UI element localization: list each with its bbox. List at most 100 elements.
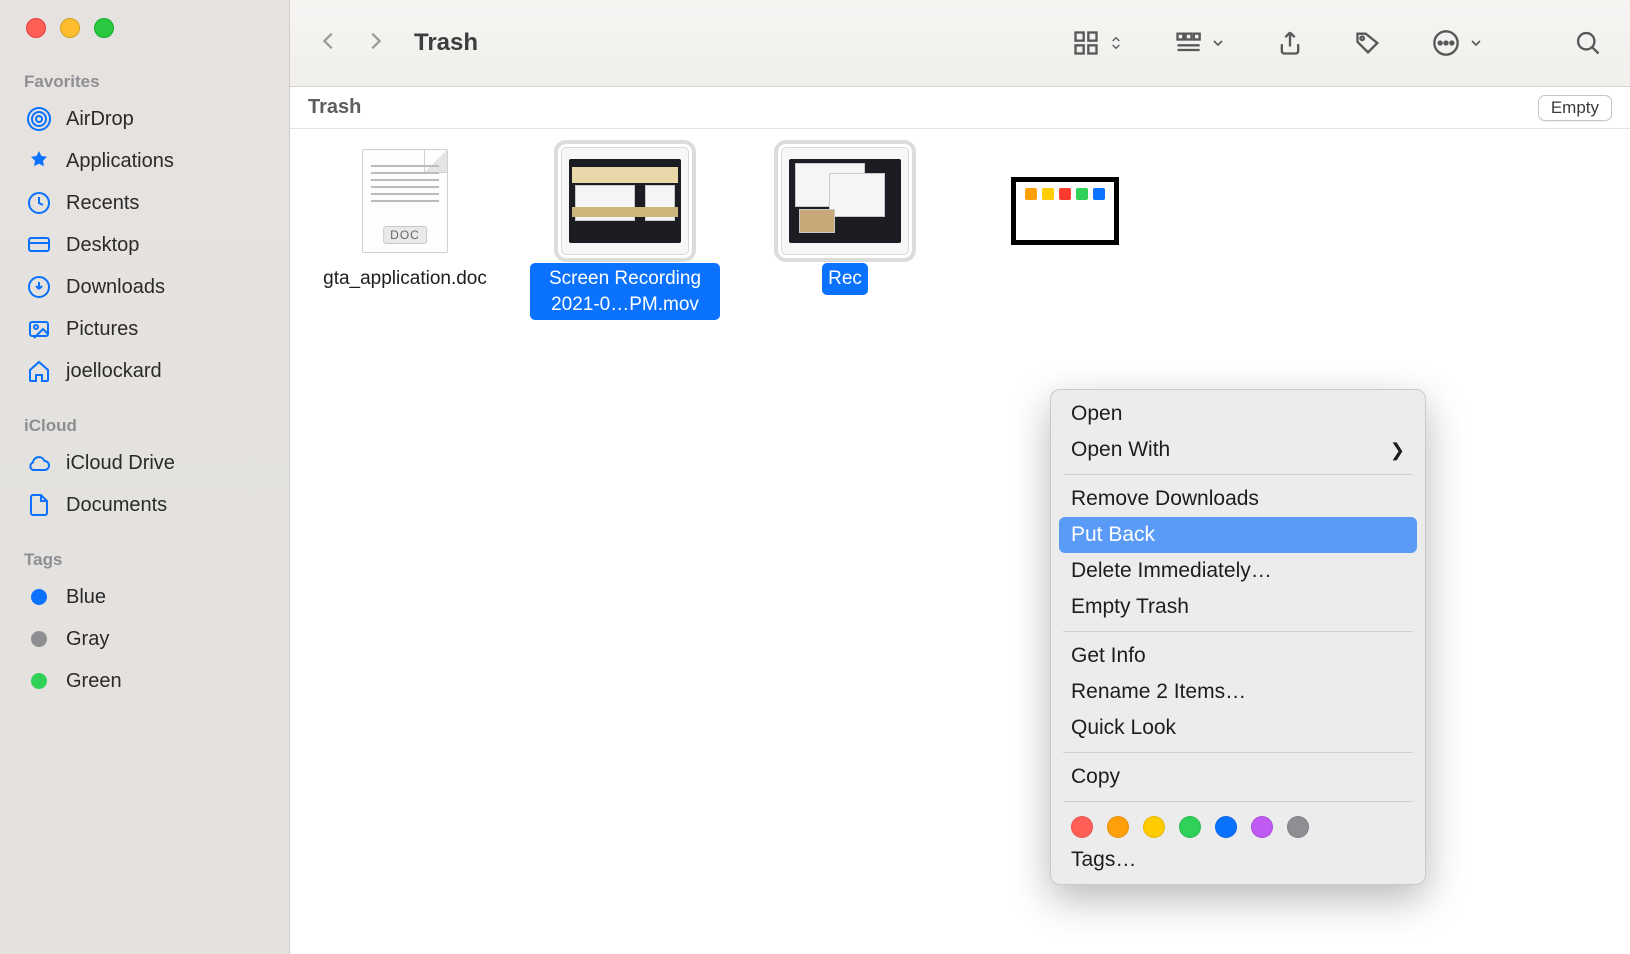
view-icon-grid-icon[interactable]: [1072, 29, 1100, 57]
close-window-button[interactable]: [26, 18, 46, 38]
context-menu: Open Open With ❯ Remove Downloads Put Ba…: [1050, 389, 1426, 885]
sidebar-section-favorites-header: Favorites: [0, 66, 289, 98]
menu-item-label: Delete Immediately…: [1071, 559, 1272, 583]
sidebar-item-label: Downloads: [66, 276, 165, 299]
fullscreen-window-button[interactable]: [94, 18, 114, 38]
menu-item-rename[interactable]: Rename 2 Items…: [1051, 674, 1425, 710]
nav-buttons: [318, 26, 386, 61]
menu-item-label: Copy: [1071, 765, 1120, 789]
sidebar-item-label: Blue: [66, 586, 106, 609]
file-thumbnail[interactable]: DOC: [341, 147, 469, 255]
sidebar-favorites-list: AirDrop Applications Recents Desktop Dow…: [0, 98, 289, 392]
menu-item-open-with[interactable]: Open With ❯: [1051, 432, 1425, 468]
sidebar-item-label: Green: [66, 670, 122, 693]
menu-separator: [1063, 752, 1413, 753]
doc-icon: DOC: [362, 149, 448, 253]
cloud-icon: [26, 450, 52, 476]
document-icon: [26, 492, 52, 518]
sidebar-item-recents[interactable]: Recents: [0, 182, 289, 224]
menu-item-open[interactable]: Open: [1051, 396, 1425, 432]
menu-item-label: Put Back: [1071, 523, 1155, 547]
forward-button[interactable]: [364, 26, 386, 61]
sidebar-item-icloud-drive[interactable]: iCloud Drive: [0, 442, 289, 484]
menu-tag-colors: [1051, 808, 1425, 842]
video-icon: [569, 159, 681, 243]
menu-item-remove-downloads[interactable]: Remove Downloads: [1051, 481, 1425, 517]
clock-icon: [26, 190, 52, 216]
file-thumbnail[interactable]: [781, 147, 909, 255]
toolbar: Trash: [290, 0, 1630, 87]
search-icon[interactable]: [1574, 29, 1602, 57]
tag-dot-icon: [26, 668, 52, 694]
menu-item-label: Open: [1071, 402, 1122, 426]
sidebar-item-label: Documents: [66, 494, 167, 517]
menu-item-label: Get Info: [1071, 644, 1146, 668]
menu-item-quick-look[interactable]: Quick Look: [1051, 710, 1425, 746]
tag-icon[interactable]: [1354, 29, 1382, 57]
sidebar-item-label: joellockard: [66, 360, 162, 383]
minimize-window-button[interactable]: [60, 18, 80, 38]
menu-item-copy[interactable]: Copy: [1051, 759, 1425, 795]
sidebar-item-downloads[interactable]: Downloads: [0, 266, 289, 308]
file-thumbnail[interactable]: [561, 147, 689, 255]
menu-item-label: Empty Trash: [1071, 595, 1189, 619]
tag-color-green[interactable]: [1179, 816, 1201, 838]
sidebar-item-label: Recents: [66, 192, 139, 215]
pictures-icon: [26, 316, 52, 342]
sidebar-item-applications[interactable]: Applications: [0, 140, 289, 182]
chevron-down-icon[interactable]: [1468, 35, 1484, 51]
file-name-label: Screen Recording 2021-0…PM.mov: [530, 263, 720, 320]
sidebar-item-label: Gray: [66, 628, 109, 651]
sidebar-tags-list: Blue Gray Green: [0, 576, 289, 702]
sidebar-tag-blue[interactable]: Blue: [0, 576, 289, 618]
toolbar-right: [1072, 29, 1602, 57]
file-grid[interactable]: DOC gta_application.doc Screen Recording…: [290, 129, 1630, 954]
file-item[interactable]: Screen Recording 2021-0…PM.mov: [530, 147, 720, 320]
window-controls: [0, 18, 289, 38]
sidebar-item-airdrop[interactable]: AirDrop: [0, 98, 289, 140]
screenshot-icon: [1011, 177, 1119, 245]
sidebar-item-desktop[interactable]: Desktop: [0, 224, 289, 266]
menu-item-put-back[interactable]: Put Back: [1059, 517, 1417, 553]
sidebar-item-home[interactable]: joellockard: [0, 350, 289, 392]
more-icon[interactable]: [1432, 29, 1460, 57]
file-item[interactable]: Rec: [750, 147, 940, 295]
empty-trash-button[interactable]: Empty: [1538, 95, 1612, 121]
sidebar-tag-green[interactable]: Green: [0, 660, 289, 702]
location-bar: Trash Empty: [290, 87, 1630, 129]
back-button[interactable]: [318, 26, 340, 61]
sidebar-item-pictures[interactable]: Pictures: [0, 308, 289, 350]
sidebar-tag-gray[interactable]: Gray: [0, 618, 289, 660]
menu-item-delete-immediately[interactable]: Delete Immediately…: [1051, 553, 1425, 589]
sidebar-item-documents[interactable]: Documents: [0, 484, 289, 526]
tag-color-orange[interactable]: [1107, 816, 1129, 838]
chevron-down-icon[interactable]: [1210, 35, 1226, 51]
share-icon[interactable]: [1276, 29, 1304, 57]
menu-separator: [1063, 801, 1413, 802]
airdrop-icon: [26, 106, 52, 132]
file-item[interactable]: [970, 177, 1160, 245]
tag-dot-icon: [26, 626, 52, 652]
tag-color-purple[interactable]: [1251, 816, 1273, 838]
main-area: Trash: [290, 0, 1630, 954]
video-icon: [789, 159, 901, 243]
tag-color-blue[interactable]: [1215, 816, 1237, 838]
file-thumbnail[interactable]: [1011, 177, 1119, 245]
applications-icon: [26, 148, 52, 174]
desktop-icon: [26, 232, 52, 258]
tag-color-yellow[interactable]: [1143, 816, 1165, 838]
menu-item-empty-trash[interactable]: Empty Trash: [1051, 589, 1425, 625]
tag-color-red[interactable]: [1071, 816, 1093, 838]
sidebar: Favorites AirDrop Applications Recents D…: [0, 0, 290, 954]
home-icon: [26, 358, 52, 384]
tag-color-gray[interactable]: [1287, 816, 1309, 838]
sidebar-section-icloud-header: iCloud: [0, 410, 289, 442]
group-by-icon[interactable]: [1174, 29, 1202, 57]
menu-item-get-info[interactable]: Get Info: [1051, 638, 1425, 674]
menu-separator: [1063, 631, 1413, 632]
sidebar-item-label: Pictures: [66, 318, 138, 341]
chevron-updown-icon[interactable]: [1108, 33, 1124, 53]
sidebar-section-tags-header: Tags: [0, 544, 289, 576]
menu-item-tags[interactable]: Tags…: [1051, 842, 1425, 878]
file-item[interactable]: DOC gta_application.doc: [310, 147, 500, 295]
